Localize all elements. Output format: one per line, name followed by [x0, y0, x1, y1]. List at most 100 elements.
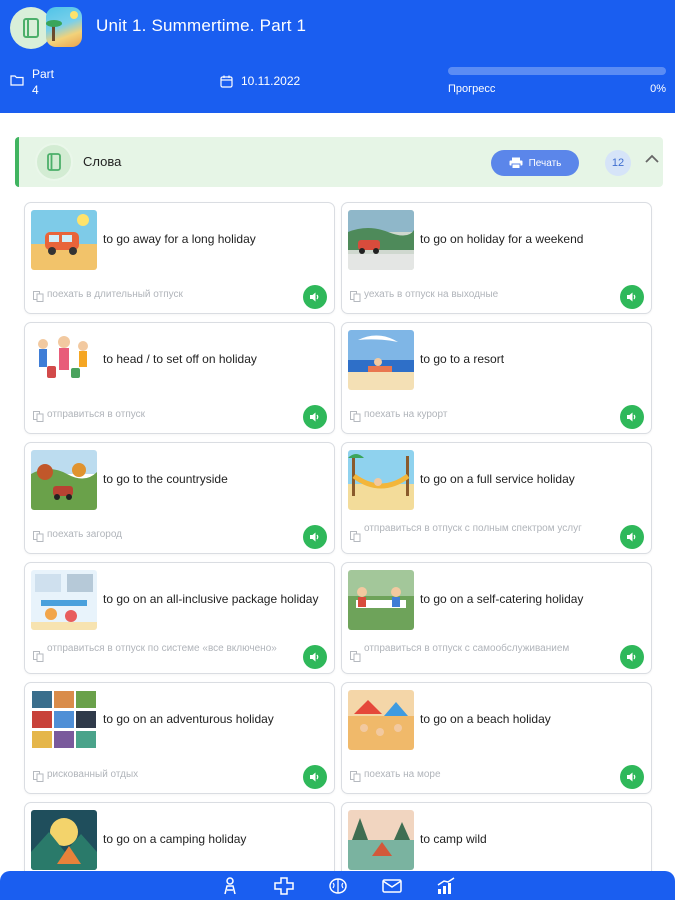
- word-card[interactable]: to go away for a long holiday поехать в д…: [24, 202, 335, 314]
- nav-home-icon[interactable]: [218, 875, 242, 897]
- translate-icon: [33, 651, 44, 662]
- speaker-icon: [310, 772, 319, 782]
- words-section-header[interactable]: Слова Печать 12: [15, 137, 663, 187]
- word-card[interactable]: to go on a full service holiday отправить…: [341, 442, 652, 554]
- russian-translation: отправиться в отпуск с самообслуживанием: [364, 643, 570, 654]
- english-phrase: to go to the countryside: [103, 472, 228, 486]
- nav-brain-icon[interactable]: [326, 875, 350, 897]
- translate-icon: [350, 291, 361, 302]
- word-illustration: [348, 690, 414, 750]
- russian-translation: отправиться в отпуск: [47, 409, 146, 420]
- speaker-icon: [627, 412, 636, 422]
- speaker-icon: [310, 412, 319, 422]
- russian-translation: поехать на курорт: [364, 409, 448, 420]
- speaker-icon: [627, 652, 636, 662]
- word-card[interactable]: to go to the countryside поехать загород: [24, 442, 335, 554]
- date-text: 10.11.2022: [241, 74, 301, 88]
- progress-label: Прогресс: [448, 83, 496, 95]
- word-illustration: [31, 330, 97, 390]
- translate-icon: [33, 771, 44, 782]
- play-audio-button[interactable]: [303, 285, 327, 309]
- translate-icon: [33, 411, 44, 422]
- english-phrase: to go on an all-inclusive package holida…: [103, 592, 319, 606]
- word-illustration: [31, 690, 97, 750]
- part-value: 4: [32, 83, 39, 97]
- word-illustration: [348, 210, 414, 270]
- russian-translation: поехать загород: [47, 529, 122, 540]
- english-phrase: to head / to set off on holiday: [103, 352, 257, 366]
- page-title: Unit 1. Summertime. Part 1: [96, 16, 307, 35]
- play-audio-button[interactable]: [303, 405, 327, 429]
- word-card[interactable]: to go on a self-catering holiday отправит…: [341, 562, 652, 674]
- word-card[interactable]: to head / to set off on holiday отправить…: [24, 322, 335, 434]
- russian-translation: поехать на море: [364, 769, 441, 780]
- word-illustration: [31, 450, 97, 510]
- play-audio-button[interactable]: [303, 525, 327, 549]
- translate-icon: [33, 531, 44, 542]
- translate-icon: [350, 531, 361, 542]
- print-label: Печать: [528, 157, 562, 169]
- play-audio-button[interactable]: [303, 765, 327, 789]
- translate-icon: [350, 771, 361, 782]
- progress-percent: 0%: [650, 83, 666, 95]
- russian-translation: отправиться в отпуск с полным спектром у…: [364, 523, 582, 534]
- russian-translation: поехать в длительный отпуск: [47, 289, 183, 300]
- word-illustration: [31, 570, 97, 630]
- english-phrase: to go to a resort: [420, 352, 505, 366]
- printer-icon: [509, 157, 523, 169]
- folder-icon: [10, 75, 24, 86]
- word-card[interactable]: to go on an adventurous holiday рискованн…: [24, 682, 335, 794]
- english-phrase: to go on an adventurous holiday: [103, 712, 274, 726]
- part-label: Part: [32, 67, 55, 81]
- english-phrase: to go on a full service holiday: [420, 472, 575, 486]
- part-info: Part 4: [10, 66, 54, 98]
- english-phrase: to go on a self-catering holiday: [420, 592, 584, 606]
- play-audio-button[interactable]: [620, 645, 644, 669]
- english-phrase: to go on a beach holiday: [420, 712, 551, 726]
- russian-translation: рискованный отдых: [47, 769, 139, 780]
- word-illustration: [31, 810, 97, 870]
- nav-stats-icon[interactable]: [434, 875, 458, 897]
- english-phrase: to camp wild: [420, 832, 487, 846]
- book-icon: [35, 143, 73, 181]
- nav-messages-icon[interactable]: [380, 875, 404, 897]
- translate-icon: [33, 291, 44, 302]
- play-audio-button[interactable]: [620, 765, 644, 789]
- speaker-icon: [627, 772, 636, 782]
- speaker-icon: [627, 532, 636, 542]
- play-audio-button[interactable]: [620, 525, 644, 549]
- word-illustration: [348, 450, 414, 510]
- print-button[interactable]: Печать: [491, 150, 579, 176]
- word-illustration: [348, 810, 414, 870]
- bottom-nav: [0, 871, 675, 900]
- word-illustration: [348, 330, 414, 390]
- russian-translation: отправиться в отпуск по системе «все вкл…: [47, 643, 277, 654]
- speaker-icon: [310, 292, 319, 302]
- english-phrase: to go away for a long holiday: [103, 232, 256, 246]
- word-card[interactable]: to go to a resort поехать на курорт: [341, 322, 652, 434]
- progress: Прогресс 0%: [448, 67, 666, 95]
- progress-bar: [448, 67, 666, 75]
- word-illustration: [31, 210, 97, 270]
- play-audio-button[interactable]: [620, 285, 644, 309]
- date-info: 10.11.2022: [220, 74, 300, 88]
- word-card[interactable]: to go on an all-inclusive package holida…: [24, 562, 335, 674]
- word-card[interactable]: to go on a beach holiday поехать на море: [341, 682, 652, 794]
- speaker-icon: [310, 532, 319, 542]
- english-phrase: to go on a camping holiday: [103, 832, 247, 846]
- play-audio-button[interactable]: [620, 405, 644, 429]
- russian-translation: уехать в отпуск на выходные: [364, 289, 499, 300]
- word-illustration: [348, 570, 414, 630]
- word-card[interactable]: to go on holiday for a weekend уехать в о…: [341, 202, 652, 314]
- chevron-up-icon[interactable]: [645, 154, 659, 164]
- play-audio-button[interactable]: [303, 645, 327, 669]
- section-title: Слова: [83, 154, 122, 169]
- translate-icon: [350, 651, 361, 662]
- words-count-badge: 12: [605, 150, 631, 176]
- english-phrase: to go on holiday for a weekend: [420, 232, 584, 246]
- calendar-icon: [220, 75, 233, 88]
- speaker-icon: [627, 292, 636, 302]
- speaker-icon: [310, 652, 319, 662]
- nav-game-icon[interactable]: [272, 875, 296, 897]
- unit-thumbnail: [46, 7, 82, 47]
